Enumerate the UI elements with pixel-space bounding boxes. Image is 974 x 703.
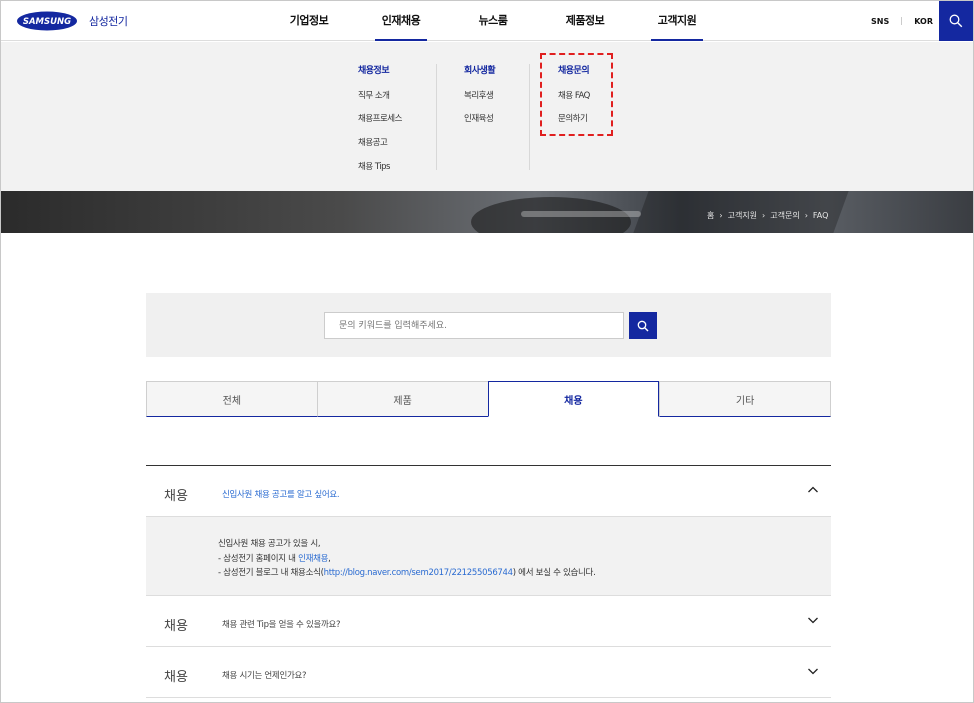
menu-title-recruit-info[interactable]: 채용정보: [358, 63, 390, 76]
nav-recruit[interactable]: 인재채용: [355, 1, 447, 41]
menu-item-development[interactable]: 인재육성: [464, 112, 494, 124]
svg-text:SAMSUNG: SAMSUNG: [23, 17, 71, 27]
site-header: SAMSUNG 삼성전기 기업정보 인재채용 뉴스룸 제품정보 고객지원 SNS…: [1, 1, 973, 41]
breadcrumb-home[interactable]: 홈: [707, 210, 714, 221]
menu-item-process[interactable]: 채용프로세스: [358, 112, 402, 124]
faq-category: 채용: [164, 489, 188, 504]
page-banner: 홈 › 고객지원 › 고객문의 › FAQ: [1, 191, 973, 233]
answer-line: - 삼성전기 홈페이지 내 인재채용,: [218, 552, 331, 564]
main-nav: 기업정보 인재채용 뉴스룸 제품정보 고객지원: [263, 1, 723, 41]
menu-divider: [436, 64, 437, 170]
blog-link[interactable]: http://blog.naver.com/sem2017/2212550567…: [324, 568, 513, 578]
menu-item-job-posting[interactable]: 채용공고: [358, 136, 388, 148]
page-frame: SAMSUNG 삼성전기 기업정보 인재채용 뉴스룸 제품정보 고객지원 SNS…: [0, 0, 974, 703]
faq-category: 채용: [164, 619, 188, 634]
faq-category-tabs: 전체 제품 채용 기타: [146, 381, 831, 417]
search-icon: [949, 14, 963, 28]
header-search-button[interactable]: [939, 1, 973, 41]
faq-question-row[interactable]: 채용 채용 관련 Tip을 얻을 수 있을까요?: [146, 596, 831, 647]
recruit-link[interactable]: 인재채용: [298, 554, 328, 564]
answer-line: - 삼성전기 블로그 내 채용소식(http://blog.naver.com/…: [218, 566, 596, 578]
faq-answer: 신입사원 채용 공고가 있을 시, - 삼성전기 홈페이지 내 인재채용, - …: [146, 517, 831, 596]
breadcrumb-current: FAQ: [812, 211, 829, 220]
logo-subtitle: 삼성전기: [89, 15, 128, 28]
menu-item-job-intro[interactable]: 직무 소개: [358, 89, 390, 101]
search-icon: [637, 320, 649, 331]
menu-title-company-life[interactable]: 회사생활: [464, 63, 496, 76]
menu-item-tips[interactable]: 채용 Tips: [358, 160, 390, 172]
tab-etc[interactable]: 기타: [659, 381, 831, 417]
util-divider: [901, 17, 903, 25]
chevron-up-icon[interactable]: [807, 484, 819, 496]
menu-divider: [529, 64, 530, 170]
chevron-right-icon: ›: [804, 211, 808, 220]
faq-search-input[interactable]: [324, 312, 624, 339]
breadcrumb-support[interactable]: 고객지원: [728, 210, 757, 221]
faq-category: 채용: [164, 670, 188, 685]
answer-line: 신입사원 채용 공고가 있을 시,: [218, 539, 321, 549]
nav-products[interactable]: 제품정보: [539, 1, 631, 41]
chevron-down-icon[interactable]: [807, 665, 819, 677]
answer-text: - 삼성전기 홈페이지 내: [218, 554, 299, 564]
sns-link[interactable]: SNS: [871, 17, 889, 26]
tab-product[interactable]: 제품: [316, 381, 488, 417]
language-link[interactable]: KOR: [914, 17, 933, 26]
answer-text: ) 에서 보실 수 있습니다.: [512, 568, 596, 578]
mega-menu: 채용정보 직무 소개 채용프로세스 채용공고 채용 Tips 회사생활 복리후생…: [1, 42, 973, 191]
samsung-logo[interactable]: SAMSUNG: [17, 11, 77, 31]
faq-question-text[interactable]: 채용 관련 Tip을 얻을 수 있을까요?: [222, 618, 341, 630]
breadcrumb-inquiry[interactable]: 고객문의: [770, 210, 799, 221]
faq-search-area: [146, 293, 831, 357]
util-links: SNS KOR: [871, 1, 933, 41]
breadcrumb: 홈 › 고객지원 › 고객문의 › FAQ: [707, 210, 828, 221]
answer-text: ,: [328, 554, 331, 564]
banner-image: [521, 211, 641, 217]
nav-support[interactable]: 고객지원: [631, 1, 723, 41]
faq-question-row[interactable]: 채용 채용 시기는 언제인가요?: [146, 647, 831, 698]
faq-list: 채용 신입사원 채용 공고를 알고 싶어요. 신입사원 채용 공고가 있을 시,…: [146, 465, 831, 698]
nav-company[interactable]: 기업정보: [263, 1, 355, 41]
faq-search-button[interactable]: [629, 312, 657, 339]
tab-all[interactable]: 전체: [146, 381, 317, 417]
nav-newsroom[interactable]: 뉴스룸: [447, 1, 539, 41]
chevron-right-icon: ›: [719, 211, 723, 220]
menu-item-welfare[interactable]: 복리후생: [464, 89, 494, 101]
faq-question-text[interactable]: 채용 시기는 언제인가요?: [222, 669, 307, 681]
faq-question-row[interactable]: 채용 신입사원 채용 공고를 알고 싶어요.: [146, 466, 831, 517]
tab-recruit[interactable]: 채용: [487, 381, 660, 417]
chevron-right-icon: ›: [762, 211, 766, 220]
answer-text: - 삼성전기 블로그 내 채용소식(: [218, 568, 324, 578]
faq-question-text[interactable]: 신입사원 채용 공고를 알고 싶어요.: [222, 488, 340, 500]
highlight-annotation: [540, 53, 613, 136]
chevron-down-icon[interactable]: [807, 614, 819, 626]
